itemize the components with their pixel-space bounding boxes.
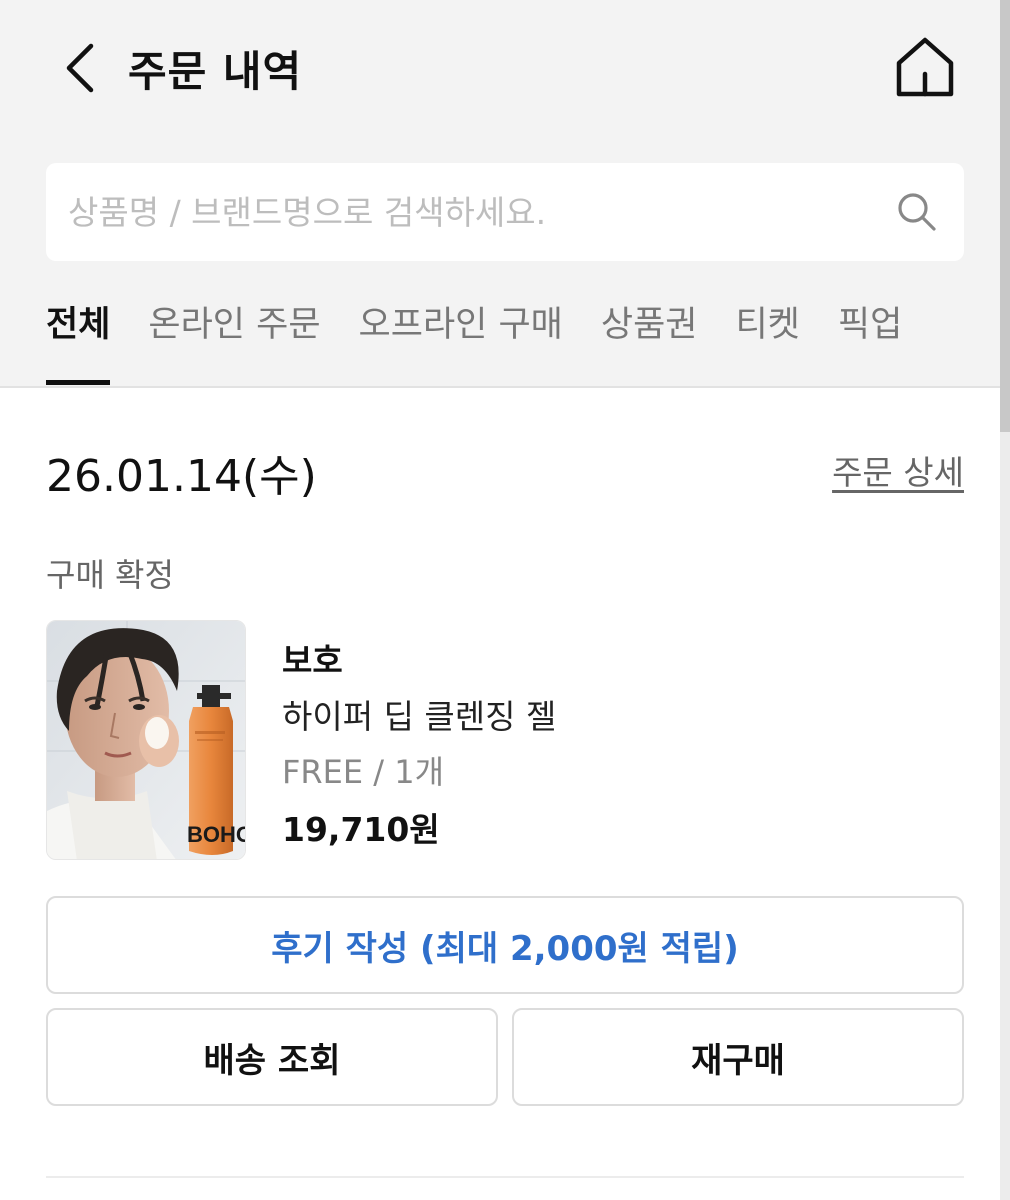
bottle-logo-text: BOHO (187, 822, 246, 847)
scrollbar-track[interactable] (1000, 0, 1010, 1200)
product-price: 19,710원 (282, 810, 440, 849)
rebuy-button[interactable]: 재구매 (512, 1008, 964, 1106)
tab-gift-card[interactable]: 상품권 (601, 296, 698, 384)
home-button[interactable] (892, 34, 958, 100)
order-detail-link[interactable]: 주문 상세 (832, 446, 964, 494)
tab-bar: 전체 온라인 주문 오프라인 구매 상품권 티켓 픽업 (46, 296, 902, 386)
order-date: 26.01.14(수) (46, 451, 317, 502)
product-photo: BOHO (47, 621, 246, 859)
product-image[interactable]: BOHO (46, 620, 246, 860)
order-status: 구매 확정 (46, 556, 174, 594)
scrollbar-thumb[interactable] (1000, 0, 1010, 432)
chevron-left-icon (66, 43, 94, 93)
product-option: FREE / 1개 (282, 753, 445, 791)
search-box (46, 163, 964, 261)
product-brand: 보호 (282, 641, 343, 680)
track-delivery-button[interactable]: 배송 조회 (46, 1008, 498, 1106)
tab-pickup[interactable]: 픽업 (838, 296, 902, 384)
home-icon (896, 37, 954, 97)
write-review-button[interactable]: 후기 작성 (최대 2,000원 적립) (46, 896, 964, 994)
divider (46, 1176, 964, 1178)
tab-online-order[interactable]: 온라인 주문 (148, 296, 320, 384)
tab-offline-purchase[interactable]: 오프라인 구매 (359, 296, 563, 384)
search-input[interactable] (68, 183, 868, 241)
page-title: 주문 내역 (128, 47, 303, 96)
search-icon[interactable] (896, 191, 938, 233)
back-button[interactable] (56, 40, 104, 96)
product-name[interactable]: 하이퍼 딥 클렌징 젤 (282, 690, 556, 738)
tab-all[interactable]: 전체 (46, 296, 111, 385)
tab-ticket[interactable]: 티켓 (735, 296, 799, 384)
